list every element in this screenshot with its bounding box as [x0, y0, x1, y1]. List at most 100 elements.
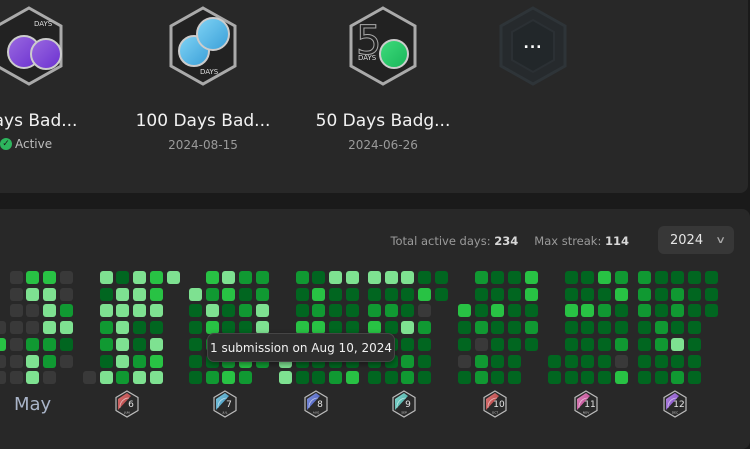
day-cell[interactable] — [312, 287, 326, 301]
day-cell[interactable] — [26, 271, 40, 284]
day-cell[interactable] — [458, 371, 471, 385]
day-cell[interactable] — [9, 271, 23, 284]
day-cell[interactable] — [508, 321, 522, 335]
day-cell[interactable] — [704, 304, 718, 318]
month-badge-oct[interactable]: 10 OCT — [483, 390, 507, 422]
day-cell[interactable] — [434, 271, 448, 284]
day-cell[interactable] — [688, 271, 702, 284]
day-cell[interactable] — [59, 354, 73, 368]
day-cell[interactable] — [9, 287, 23, 301]
day-cell[interactable] — [474, 337, 488, 351]
day-cell[interactable] — [59, 337, 73, 351]
day-cell[interactable] — [524, 304, 538, 318]
day-cell[interactable] — [581, 287, 595, 301]
day-cell[interactable] — [418, 321, 432, 335]
day-cell[interactable] — [474, 304, 488, 318]
day-cell[interactable] — [255, 304, 269, 318]
day-cell[interactable] — [149, 371, 163, 385]
day-cell[interactable] — [548, 371, 561, 385]
day-cell[interactable] — [133, 271, 147, 284]
day-cell[interactable] — [491, 321, 505, 335]
day-cell[interactable] — [329, 287, 343, 301]
day-cell[interactable] — [345, 271, 359, 284]
day-cell[interactable] — [166, 271, 180, 284]
day-cell[interactable] — [149, 271, 163, 284]
day-cell[interactable] — [26, 304, 40, 318]
day-cell[interactable] — [704, 271, 718, 284]
day-cell[interactable] — [638, 337, 651, 351]
day-cell[interactable] — [418, 287, 432, 301]
day-cell[interactable] — [83, 371, 96, 385]
day-cell[interactable] — [239, 287, 253, 301]
day-cell[interactable] — [418, 371, 432, 385]
month-badge-nov[interactable]: 11 NOV — [574, 390, 598, 422]
day-cell[interactable] — [205, 287, 219, 301]
day-cell[interactable] — [43, 271, 57, 284]
day-cell[interactable] — [99, 287, 113, 301]
day-cell[interactable] — [598, 371, 612, 385]
day-cell[interactable] — [654, 287, 668, 301]
day-cell[interactable] — [401, 321, 415, 335]
day-cell[interactable] — [345, 371, 359, 385]
day-cell[interactable] — [524, 337, 538, 351]
day-cell[interactable] — [116, 287, 130, 301]
day-cell[interactable] — [384, 371, 398, 385]
day-cell[interactable] — [401, 337, 415, 351]
day-cell[interactable] — [524, 321, 538, 335]
day-cell[interactable] — [564, 271, 578, 284]
day-cell[interactable] — [295, 287, 309, 301]
day-cell[interactable] — [59, 271, 73, 284]
day-cell[interactable] — [671, 271, 685, 284]
day-cell[interactable] — [0, 371, 6, 385]
day-cell[interactable] — [345, 287, 359, 301]
day-cell[interactable] — [189, 354, 202, 368]
day-cell[interactable] — [43, 304, 57, 318]
day-cell[interactable] — [99, 304, 113, 318]
day-cell[interactable] — [508, 271, 522, 284]
day-cell[interactable] — [99, 354, 113, 368]
day-cell[interactable] — [564, 321, 578, 335]
day-cell[interactable] — [384, 287, 398, 301]
day-cell[interactable] — [491, 337, 505, 351]
day-cell[interactable] — [116, 371, 130, 385]
day-cell[interactable] — [564, 304, 578, 318]
day-cell[interactable] — [491, 354, 505, 368]
day-cell[interactable] — [458, 354, 471, 368]
day-cell[interactable] — [491, 287, 505, 301]
day-cell[interactable] — [368, 271, 381, 284]
month-badge-aug[interactable]: 8 AUG — [304, 390, 328, 422]
day-cell[interactable] — [205, 371, 219, 385]
day-cell[interactable] — [133, 304, 147, 318]
day-cell[interactable] — [654, 354, 668, 368]
day-cell[interactable] — [598, 287, 612, 301]
day-cell[interactable] — [59, 287, 73, 301]
day-cell[interactable] — [581, 304, 595, 318]
day-cell[interactable] — [564, 371, 578, 385]
day-cell[interactable] — [598, 271, 612, 284]
day-cell[interactable] — [59, 321, 73, 335]
day-cell[interactable] — [508, 371, 522, 385]
day-cell[interactable] — [688, 371, 702, 385]
day-cell[interactable] — [384, 304, 398, 318]
day-cell[interactable] — [368, 371, 381, 385]
day-cell[interactable] — [614, 354, 628, 368]
day-cell[interactable] — [26, 321, 40, 335]
day-cell[interactable] — [0, 321, 6, 335]
day-cell[interactable] — [26, 287, 40, 301]
day-cell[interactable] — [312, 371, 326, 385]
day-cell[interactable] — [418, 354, 432, 368]
day-cell[interactable] — [401, 304, 415, 318]
day-cell[interactable] — [149, 321, 163, 335]
day-cell[interactable] — [508, 304, 522, 318]
day-cell[interactable] — [26, 354, 40, 368]
day-cell[interactable] — [189, 287, 202, 301]
day-cell[interactable] — [688, 354, 702, 368]
day-cell[interactable] — [133, 321, 147, 335]
day-cell[interactable] — [9, 371, 23, 385]
day-cell[interactable] — [614, 304, 628, 318]
month-badge-sep[interactable]: 9 SEP — [392, 390, 416, 422]
day-cell[interactable] — [239, 271, 253, 284]
day-cell[interactable] — [222, 271, 236, 284]
day-cell[interactable] — [491, 304, 505, 318]
day-cell[interactable] — [458, 321, 471, 335]
